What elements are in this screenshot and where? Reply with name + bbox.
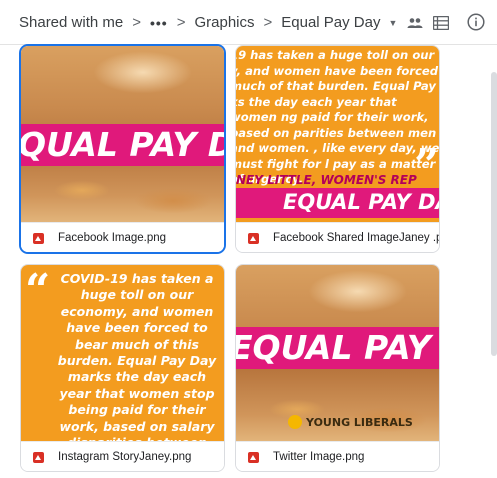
thumbnail-banner-text: QUAL PAY DA [21, 125, 224, 164]
breadcrumb: Shared with me > ••• > Graphics > Equal … [19, 14, 423, 31]
quote-mark: ” [414, 140, 439, 191]
breadcrumb-overflow-button[interactable]: ••• [150, 15, 168, 31]
file-thumbnail: 19 has taken a huge toll on our y, and w… [236, 46, 439, 222]
breadcrumb-shared-with-me[interactable]: Shared with me [19, 14, 123, 31]
thumbnail-paragraph: 19 has taken a huge toll on our y, and w… [236, 48, 439, 186]
thumbnail-banner-text: EQUAL PAY DA [236, 328, 439, 367]
file-card[interactable]: “ COVID-19 has taken a huge toll on our … [20, 264, 225, 472]
breadcrumb-separator: > [176, 14, 186, 31]
file-name: Twitter Image.png [273, 451, 365, 463]
info-icon[interactable] [467, 13, 485, 31]
young-liberals-logo: YOUNG LIBERALS [288, 415, 413, 429]
thumbnail-author: NEY LITTLE, WOMEN'S REP [236, 173, 417, 187]
people-icon[interactable] [407, 17, 423, 29]
image-file-icon [248, 451, 259, 463]
image-file-icon [33, 451, 44, 463]
file-footer: Twitter Image.png [236, 441, 439, 471]
banner: EQUAL PAY DAY [236, 188, 439, 218]
list-view-icon[interactable] [433, 16, 449, 30]
scrollbar[interactable] [491, 72, 497, 356]
toolbar: Shared with me > ••• > Graphics > Equal … [0, 0, 497, 48]
file-card[interactable]: EQUAL PAY DA YOUNG LIBERALS Twitter Imag… [235, 264, 440, 472]
file-card[interactable]: 19 has taken a huge toll on our y, and w… [235, 45, 440, 253]
chevron-down-icon[interactable]: ▼ [389, 18, 398, 28]
breadcrumb-graphics[interactable]: Graphics [194, 14, 254, 31]
breadcrumb-separator: > [132, 14, 141, 31]
file-thumbnail: QUAL PAY DA [21, 46, 224, 222]
file-name: Instagram StoryJaney.png [58, 451, 192, 463]
breadcrumb-separator: > [263, 14, 273, 31]
breadcrumb-current-folder[interactable]: Equal Pay Day [281, 14, 380, 31]
banner: QUAL PAY DA [21, 124, 224, 166]
thumbnail-banner-text: EQUAL PAY DAY [283, 190, 439, 214]
file-footer: Facebook Image.png [21, 222, 224, 252]
banner: EQUAL PAY DA [236, 327, 439, 369]
file-thumbnail: “ COVID-19 has taken a huge toll on our … [21, 265, 224, 441]
image-file-icon [33, 232, 44, 244]
logo-text: YOUNG LIBERALS [306, 415, 413, 429]
file-card[interactable]: QUAL PAY DA Facebook Image.png [20, 45, 225, 253]
image-file-icon [248, 232, 259, 244]
file-name: Facebook Image.png [58, 232, 167, 244]
logo-icon [288, 415, 302, 429]
file-name: Facebook Shared ImageJaney .png [273, 232, 440, 244]
file-footer: Facebook Shared ImageJaney .png [236, 222, 440, 252]
thumbnail-paragraph: COVID-19 has taken a huge toll on our ec… [57, 271, 217, 441]
quote-mark: “ [25, 265, 51, 316]
file-footer: Instagram StoryJaney.png [21, 441, 224, 471]
file-thumbnail: EQUAL PAY DA YOUNG LIBERALS [236, 265, 439, 441]
